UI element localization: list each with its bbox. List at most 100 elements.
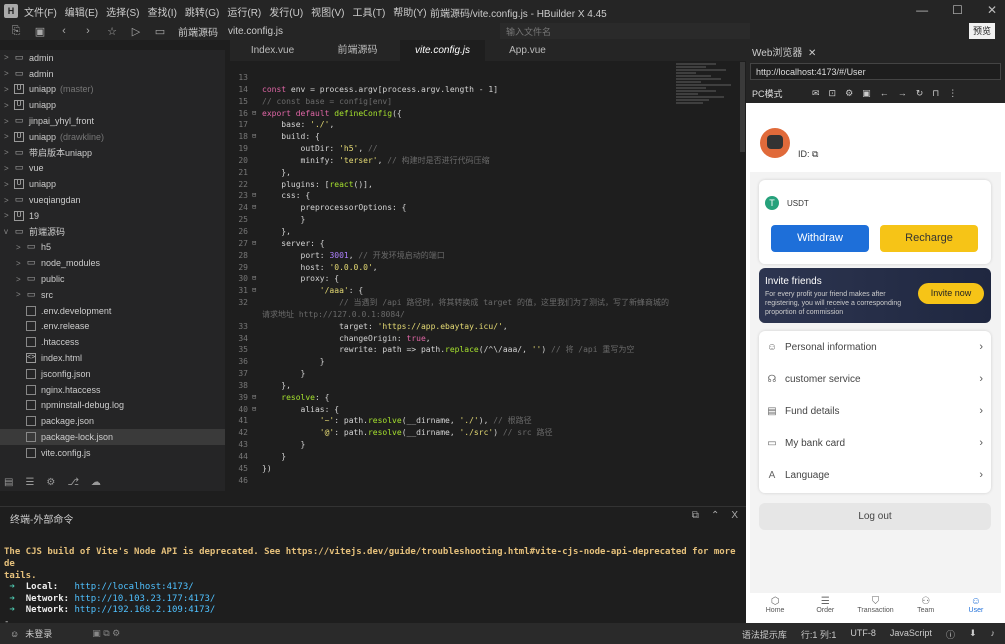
editor-tab[interactable]: Index.vue [230, 40, 315, 61]
nav-order[interactable]: ☰ Order [800, 593, 850, 623]
refresh-icon[interactable]: ↻ [916, 88, 924, 99]
tree-arrow-icon[interactable]: > [4, 101, 14, 110]
menu-item-customer-service[interactable]: ☊ customer service › [759, 363, 991, 395]
tree-arrow-icon[interactable]: > [16, 243, 26, 252]
tree-item[interactable]: > Uuniapp (master) [0, 82, 225, 98]
tree-item[interactable]: > ▭ 带启版本uniapp [0, 145, 225, 161]
screenshot-icon[interactable]: ✉ [812, 88, 820, 99]
url-input[interactable]: http://localhost:4173/#/User [750, 63, 1001, 80]
syntax-hint[interactable]: 语法提示库 [742, 628, 787, 641]
download-icon[interactable]: ⬇ [969, 628, 977, 641]
editor-scrollbar[interactable] [740, 62, 745, 152]
tree-item[interactable]: .htaccess [0, 334, 225, 350]
tree-item[interactable]: vite.config.js [0, 445, 225, 461]
terminal-new-icon[interactable]: ⧉ [692, 510, 699, 521]
folder-icon[interactable]: ▭ [152, 25, 168, 38]
menu-item[interactable]: 帮助(Y) [393, 8, 426, 19]
nav-team[interactable]: ⚇ Team [901, 593, 951, 623]
terminal-tab[interactable]: 终端-外部命令 [10, 511, 74, 529]
plugin-icon[interactable]: ⚙ [46, 477, 55, 488]
menu-item[interactable]: 视图(V) [311, 8, 344, 19]
tree-arrow-icon[interactable]: v [4, 227, 14, 236]
breadcrumb-file[interactable]: vite.config.js [228, 26, 283, 37]
tree-item[interactable]: jsconfig.json [0, 366, 225, 382]
file-search-input[interactable]: 输入文件名 [500, 23, 750, 39]
menu-item[interactable]: 运行(R) [227, 8, 261, 19]
code-editor[interactable]: 13 14 const env = process.argv[process.arg… [230, 72, 746, 492]
console-icon[interactable]: ▣ [862, 88, 871, 99]
minimize-icon[interactable]: — [916, 3, 928, 17]
menu-item[interactable]: 工具(T) [353, 8, 386, 19]
menu-item-personal-information[interactable]: ☺ Personal information › [759, 331, 991, 363]
tree-arrow-icon[interactable]: > [4, 180, 14, 189]
tree-item[interactable]: > ▭ vue [0, 161, 225, 177]
tree-item[interactable]: > U 19 [0, 208, 225, 224]
tree-item[interactable]: > Uuniapp (drawkline) [0, 129, 225, 145]
encoding[interactable]: UTF-8 [850, 628, 876, 641]
preview-button[interactable]: 预览 [969, 23, 995, 39]
tree-arrow-icon[interactable]: > [16, 259, 26, 268]
tree-arrow-icon[interactable]: > [4, 164, 14, 173]
explorer-icon[interactable]: ▤ [4, 477, 13, 488]
lock-icon[interactable]: ⊓ [932, 88, 939, 99]
tree-item[interactable]: npminstall-debug.log [0, 398, 225, 414]
more-icon[interactable]: ⋮ [948, 88, 957, 99]
nav-user[interactable]: ☺ User [951, 593, 1001, 623]
tree-arrow-icon[interactable]: > [4, 69, 14, 78]
browser-tab[interactable]: Web浏览器 ✕ [752, 44, 816, 59]
menu-item[interactable]: 跳转(G) [185, 8, 219, 19]
cloud-icon[interactable]: ☁ [91, 477, 101, 488]
language-mode[interactable]: JavaScript [890, 628, 932, 641]
tree-item[interactable]: > ▭ h5 [0, 240, 225, 256]
login-status[interactable]: 未登录 [25, 627, 52, 640]
user-status-icon[interactable]: ☺ [10, 629, 19, 639]
tree-arrow-icon[interactable]: > [4, 148, 14, 157]
run-icon[interactable]: ▷ [128, 25, 144, 38]
tree-item[interactable]: > Uuniapp [0, 97, 225, 113]
tree-item[interactable]: > ▭ src [0, 287, 225, 303]
tree-item[interactable]: package.json [0, 413, 225, 429]
avatar[interactable] [760, 128, 790, 158]
terminal-close-icon[interactable]: X [731, 510, 738, 521]
tree-item[interactable]: v ▭ 前端源码 [0, 224, 225, 240]
save-icon[interactable]: ▣ [32, 25, 48, 38]
tree-arrow-icon[interactable]: > [4, 117, 14, 126]
tree-item[interactable]: package-lock.json [0, 429, 225, 445]
minimap[interactable] [676, 62, 740, 152]
tree-arrow-icon[interactable]: > [16, 275, 26, 284]
terminal-output[interactable]: The CJS build of Vite's Node API is depr… [0, 528, 746, 627]
tree-item[interactable]: > ▭ node_modules [0, 255, 225, 271]
inspect-icon[interactable]: ⊡ [829, 88, 837, 99]
tree-arrow-icon[interactable]: > [4, 196, 14, 205]
tree-item[interactable]: > ▭ admin [0, 66, 225, 82]
tree-item[interactable]: > ▭ admin [0, 50, 225, 66]
menu-item[interactable]: 查找(I) [147, 8, 176, 19]
menu-item[interactable]: 文件(F) [24, 8, 57, 19]
invite-now-button[interactable]: Invite now [918, 283, 984, 304]
tree-item[interactable]: <> index.html [0, 350, 225, 366]
tree-item[interactable]: nginx.htaccess [0, 382, 225, 398]
menu-item-language[interactable]: A Language › [759, 459, 991, 491]
info-icon[interactable]: ⓘ [946, 628, 955, 641]
tree-item[interactable]: > ▭ vueqiangdan [0, 192, 225, 208]
tree-item[interactable]: .env.release [0, 319, 225, 335]
menu-item-my-bank-card[interactable]: ▭ My bank card › [759, 427, 991, 459]
git-icon[interactable]: ⎇ [67, 477, 79, 488]
logout-button[interactable]: Log out [759, 503, 991, 530]
tree-arrow-icon[interactable]: > [4, 53, 14, 62]
tree-arrow-icon[interactable]: > [4, 132, 14, 141]
menu-item-fund-details[interactable]: ▤ Fund details › [759, 395, 991, 427]
breadcrumb-project[interactable]: 前端源码 [178, 24, 218, 39]
new-file-icon[interactable]: ⎘ [8, 25, 24, 38]
withdraw-button[interactable]: Withdraw [771, 225, 869, 252]
forward-icon[interactable]: › [80, 25, 96, 37]
bell-icon[interactable]: ♪ [991, 628, 996, 641]
tree-arrow-icon[interactable]: > [4, 211, 14, 220]
list-icon[interactable]: ☰ [25, 477, 34, 488]
forward-arrow-icon[interactable]: → [898, 88, 907, 98]
back-icon[interactable]: ‹ [56, 25, 72, 37]
menu-item[interactable]: 编辑(E) [65, 8, 98, 19]
close-icon[interactable]: ✕ [987, 3, 997, 17]
settings-icon[interactable]: ⚙ [845, 88, 853, 99]
tree-item[interactable]: > ▭ public [0, 271, 225, 287]
